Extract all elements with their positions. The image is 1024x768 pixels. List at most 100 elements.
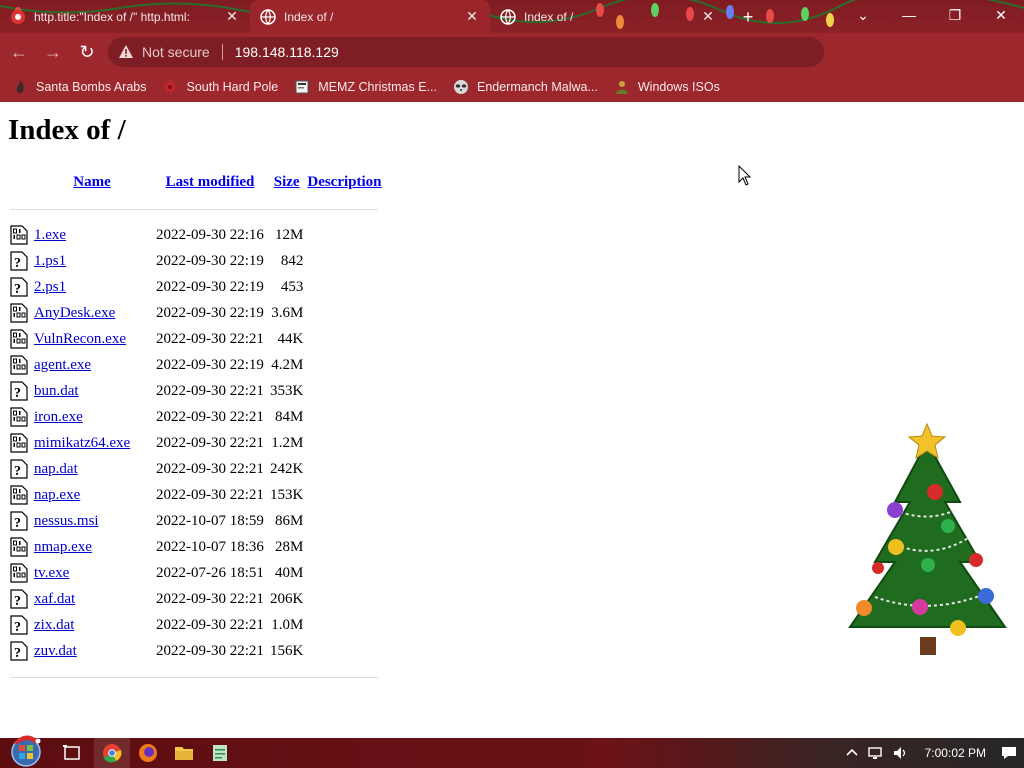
url-text[interactable]: 198.148.118.129 [235, 44, 339, 60]
table-row: ? 2.ps1 2022-09-30 22:19 453 [8, 274, 384, 300]
bookmark-label: Windows ISOs [637, 79, 720, 94]
file-name-cell: iron.exe [32, 404, 152, 430]
reload-icon[interactable]: ↻ [72, 37, 102, 67]
file-size: 242K [270, 460, 304, 477]
unknown-icon: ? [10, 459, 30, 479]
tab-title: http.title:"Index of /" http.html: [34, 9, 190, 24]
table-header-row: Name Last modified Size Description [8, 168, 384, 196]
svg-text:?: ? [14, 646, 21, 661]
tab-index-of[interactable]: Index of / ✕ [490, 0, 726, 33]
file-modified: 2022-09-30 22:21 [156, 330, 264, 347]
file-size: 842 [280, 252, 304, 269]
firefox-icon[interactable] [130, 738, 166, 768]
file-modified: 2022-09-30 22:21 [156, 382, 264, 399]
bookmark-item[interactable]: Windows ISOs [614, 79, 720, 95]
file-size: 453 [280, 278, 304, 295]
file-rows: 1.exe 2022-09-30 22:16 12M? 1.ps1 2022-09-30… [8, 222, 384, 664]
file-name-cell: AnyDesk.exe [32, 300, 152, 326]
restore-icon[interactable]: ❐ [932, 0, 978, 33]
sort-by-modified-link[interactable]: Last modified [166, 174, 255, 190]
bookmark-item[interactable]: MEMZ Christmas E... [294, 79, 437, 95]
file-link[interactable]: xaf.dat [34, 591, 75, 607]
file-link[interactable]: AnyDesk.exe [34, 305, 115, 321]
file-size: 153K [270, 486, 304, 503]
file-link[interactable]: bun.dat [34, 383, 79, 399]
file-name-cell: zuv.dat [32, 638, 152, 664]
file-link[interactable]: nap.dat [34, 461, 78, 477]
start-button-icon[interactable] [8, 732, 44, 768]
file-size: 12M [275, 226, 304, 243]
tab-shodan-search[interactable]: http.title:"Index of /" http.html: ✕ [0, 0, 250, 33]
binary-icon [10, 355, 30, 375]
table-row: nmap.exe 2022-10-07 18:36 28M [8, 534, 384, 560]
file-link[interactable]: iron.exe [34, 409, 83, 425]
close-icon[interactable]: ✕ [978, 0, 1024, 33]
file-link[interactable]: 2.ps1 [34, 279, 66, 295]
shodan-favicon-icon [11, 9, 25, 24]
tab-title: Index of / [284, 9, 334, 24]
svg-text:?: ? [14, 516, 21, 531]
warning-triangle-icon [119, 45, 133, 58]
notification-center-icon[interactable] [1000, 744, 1018, 762]
unknown-icon: ? [10, 615, 30, 635]
file-link[interactable]: 1.exe [34, 227, 66, 243]
new-tab-plus-icon[interactable]: + [737, 6, 759, 28]
bookmark-item[interactable]: Endermanch Malwa... [453, 79, 598, 95]
file-modified: 2022-09-30 22:21 [156, 590, 264, 607]
svg-text:?: ? [14, 282, 21, 297]
sort-by-description-link[interactable]: Description [307, 174, 381, 190]
file-modified: 2022-07-26 18:51 [156, 564, 264, 581]
browser-toolbar: ← → ↻ Not secure 198.148.118.129 s [0, 33, 1024, 96]
chevron-down-icon[interactable]: ⌄ [840, 0, 886, 33]
file-size: 4.2M [271, 356, 304, 373]
file-link[interactable]: tv.exe [34, 565, 69, 581]
table-row: tv.exe 2022-07-26 18:51 40M [8, 560, 384, 586]
file-name-cell: nap.exe [32, 482, 152, 508]
tab-close-icon[interactable]: ✕ [700, 8, 716, 25]
file-name-cell: nmap.exe [32, 534, 152, 560]
sort-by-name-link[interactable]: Name [73, 174, 111, 190]
file-link[interactable]: nmap.exe [34, 539, 92, 555]
modified-column-header: Last modified [152, 168, 268, 196]
file-link[interactable]: nap.exe [34, 487, 80, 503]
file-link[interactable]: zix.dat [34, 617, 74, 633]
taskbar-clock[interactable]: 7:00:02 PM [925, 746, 986, 760]
notepad-icon[interactable] [202, 738, 238, 768]
chevron-up-icon[interactable] [843, 744, 861, 762]
file-link[interactable]: VulnRecon.exe [34, 331, 126, 347]
file-link[interactable]: nessus.msi [34, 513, 99, 529]
folder-icon[interactable] [166, 738, 202, 768]
file-link[interactable]: 1.ps1 [34, 253, 66, 269]
network-icon[interactable] [867, 744, 885, 762]
file-modified: 2022-09-30 22:21 [156, 616, 264, 633]
bookmarks-bar: Santa Bombs Arabs South Hard Pole MEMZ C… [0, 71, 1024, 102]
tab-close-icon[interactable]: ✕ [464, 8, 480, 25]
task-view-icon[interactable] [54, 738, 90, 768]
file-link[interactable]: agent.exe [34, 357, 91, 373]
sort-by-size-link[interactable]: Size [274, 174, 300, 190]
chrome-icon[interactable] [94, 738, 130, 768]
file-link[interactable]: mimikatz64.exe [34, 435, 130, 451]
file-modified: 2022-09-30 22:21 [156, 434, 264, 451]
file-description [305, 482, 383, 508]
address-bar[interactable]: Not secure 198.148.118.129 [108, 37, 824, 67]
bookmark-item[interactable]: Santa Bombs Arabs [12, 79, 146, 95]
forward-arrow-icon[interactable]: → [38, 37, 68, 67]
tab-index-of-active[interactable]: Index of / ✕ [250, 0, 490, 33]
file-size: 206K [270, 590, 304, 607]
table-row: ? nessus.msi 2022-10-07 18:59 86M [8, 508, 384, 534]
page-content: Index of / Name Last modified Size Descr… [0, 102, 1024, 738]
person-icon [615, 80, 628, 94]
unknown-icon: ? [10, 277, 30, 297]
flame-icon [16, 79, 24, 93]
tab-close-icon[interactable]: ✕ [224, 8, 240, 25]
table-row: ? bun.dat 2022-09-30 22:21 353K [8, 378, 384, 404]
volume-icon[interactable] [891, 744, 909, 762]
bookmark-item[interactable]: South Hard Pole [162, 79, 278, 95]
file-link[interactable]: zuv.dat [34, 643, 77, 659]
tab-title: Index of / [524, 9, 574, 24]
file-name-cell: nessus.msi [32, 508, 152, 534]
back-arrow-icon[interactable]: ← [4, 37, 34, 67]
minimize-icon[interactable]: — [886, 0, 932, 33]
table-row: mimikatz64.exe 2022-09-30 22:21 1.2M [8, 430, 384, 456]
